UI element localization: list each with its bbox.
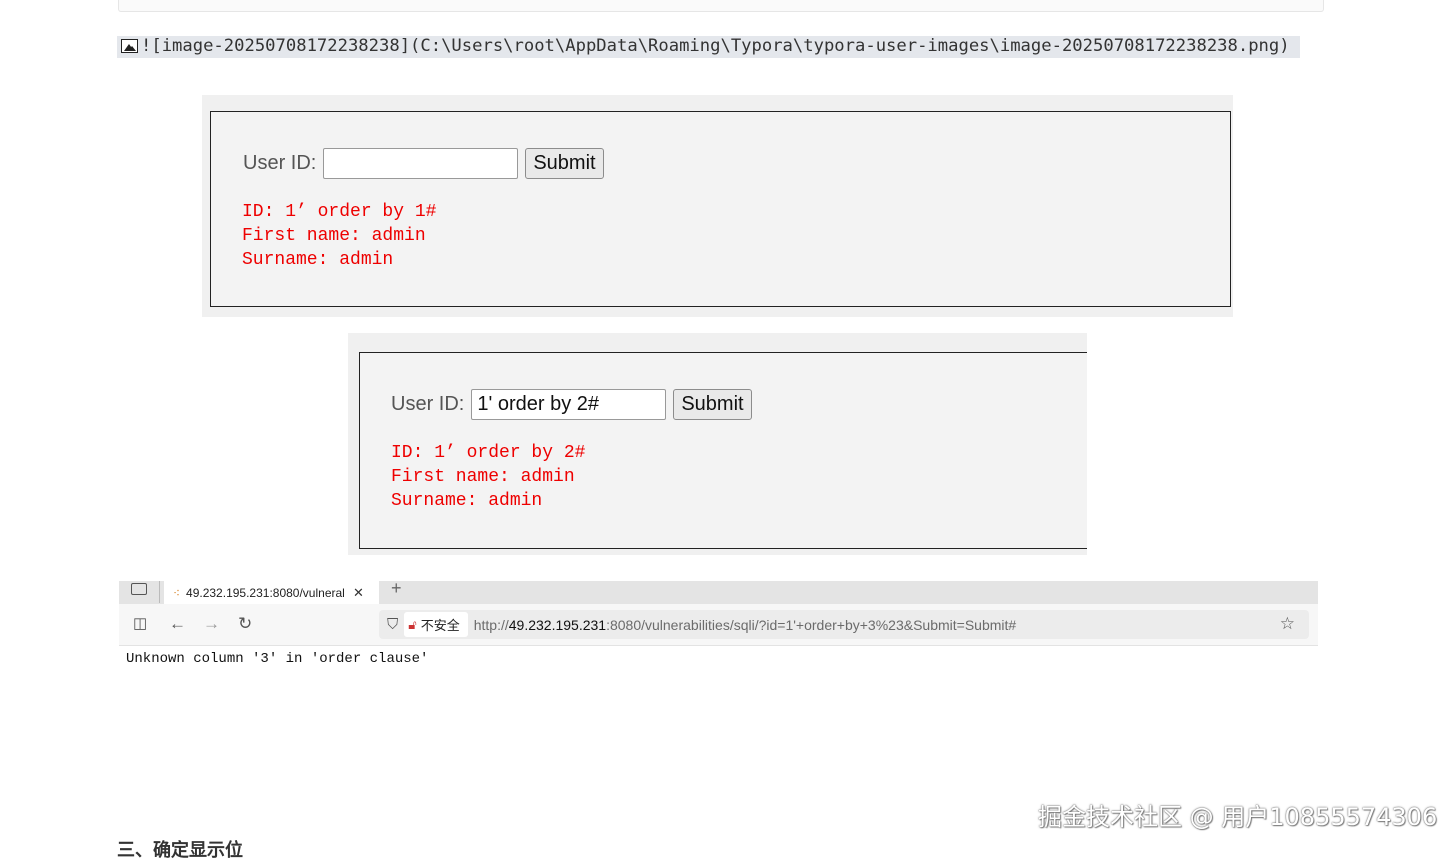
back-arrow-icon[interactable]: ←: [169, 614, 186, 634]
address-bar[interactable]: ⛉ 🔓︎ 不安全 http://49.232.195.231:8080/vuln…: [379, 610, 1309, 639]
result-surname-line: Surname: admin: [391, 491, 543, 511]
loading-favicon-icon: ⁖: [173, 585, 181, 600]
tab-bar: ⁖ 49.232.195.231:8080/vulneral ✕ +: [119, 578, 1318, 604]
dvwa-form-2: User ID: Submit ID: 1’ order by 2# First…: [359, 352, 1087, 549]
query-result-1: ID: 1’ order by 1# First name: admin Sur…: [242, 200, 436, 272]
dvwa-form-1: User ID: Submit ID: 1’ order by 1# First…: [210, 111, 1231, 307]
user-id-input[interactable]: [471, 389, 667, 420]
result-first-name-line: First name: admin: [242, 226, 426, 246]
new-tab-icon[interactable]: +: [391, 578, 402, 599]
not-secure-badge[interactable]: 🔓︎ 不安全: [404, 612, 468, 637]
url-path: :8080/vulnerabilities/sqli/?id=1'+order+…: [606, 616, 1017, 633]
url-host: 49.232.195.231: [508, 616, 607, 633]
url-text: http://49.232.195.231:8080/vulnerabiliti…: [474, 617, 1016, 633]
markdown-image-source[interactable]: ![image-20250708172238238](C:\Users\root…: [117, 31, 1324, 62]
browser-tab[interactable]: ⁖ 49.232.195.231:8080/vulneral ✕: [164, 581, 379, 604]
broken-image-icon: [121, 39, 138, 53]
insecure-lock-icon: 🔓︎: [408, 616, 417, 632]
not-secure-label: 不安全: [420, 618, 460, 633]
result-id-line: ID: 1’ order by 2#: [391, 443, 586, 463]
user-id-row-1: User ID: Submit: [243, 148, 604, 179]
close-tab-icon[interactable]: ✕: [353, 585, 364, 601]
result-id-line: ID: 1’ order by 1#: [242, 202, 437, 222]
user-id-label: User ID:: [243, 152, 317, 174]
user-id-row-2: User ID: Submit: [391, 389, 752, 420]
sql-error-message: Unknown column '3' in 'order clause': [126, 651, 429, 667]
submit-button[interactable]: Submit: [525, 148, 604, 179]
tab-title: 49.232.195.231:8080/vulneral: [186, 585, 345, 600]
sidebar-toggle-icon[interactable]: ◫: [133, 614, 147, 634]
tab-list-icon[interactable]: [131, 583, 147, 595]
query-result-2: ID: 1’ order by 2# First name: admin Sur…: [391, 441, 585, 513]
shield-icon[interactable]: ⛉: [387, 616, 398, 633]
bookmark-star-icon[interactable]: ☆: [1280, 614, 1295, 634]
browser-screenshot: ⁖ 49.232.195.231:8080/vulneral ✕ + ◫ ← →…: [119, 578, 1318, 646]
user-id-label: User ID:: [391, 393, 465, 415]
user-id-input[interactable]: [323, 148, 519, 179]
result-surname-line: Surname: admin: [242, 250, 394, 270]
previous-code-block-edge: [118, 0, 1324, 12]
navigation-bar: ◫ ← → ↻ ⛉ 🔓︎ 不安全 http://49.232.195.231:8…: [119, 604, 1318, 646]
tab-divider: [159, 581, 160, 603]
watermark: 掘金技术社区 @ 用户10855574306: [1038, 803, 1438, 831]
result-first-name-line: First name: admin: [391, 467, 575, 487]
forward-arrow-icon[interactable]: →: [203, 614, 220, 634]
reload-icon[interactable]: ↻: [238, 614, 252, 634]
section-heading: 三、确定显示位: [117, 840, 243, 860]
markdown-image-text: ![image-20250708172238238](C:\Users\root…: [141, 36, 1290, 56]
url-scheme: http://: [473, 616, 509, 633]
submit-button[interactable]: Submit: [673, 389, 752, 420]
